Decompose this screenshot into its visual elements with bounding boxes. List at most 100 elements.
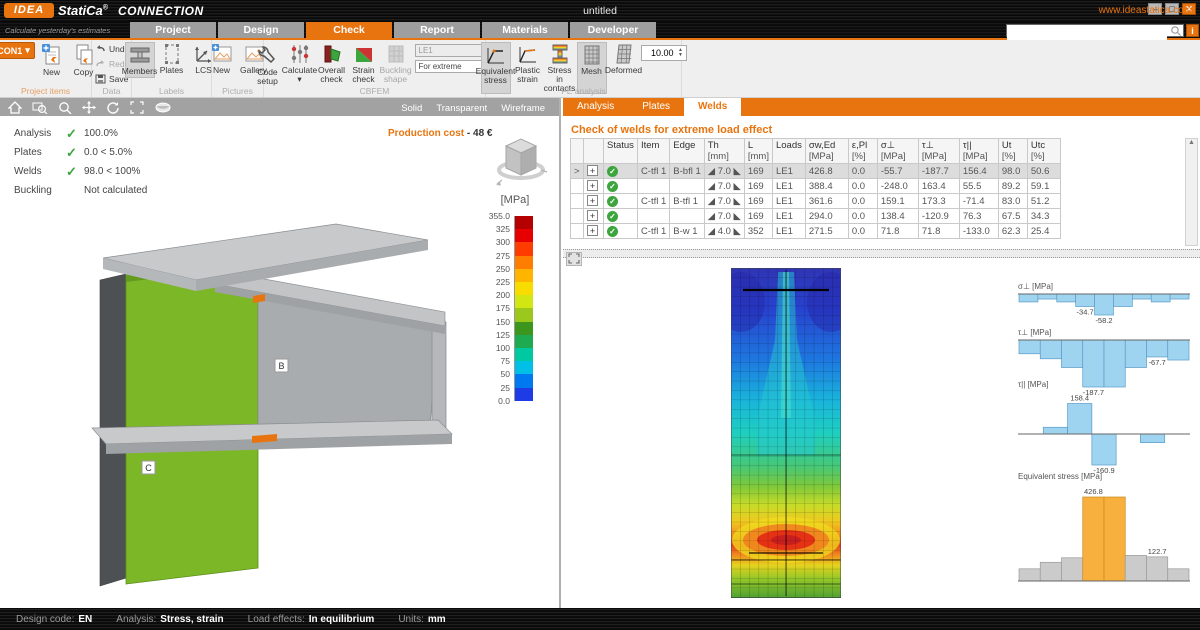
cell-loads: LE1	[772, 194, 805, 209]
cell-sw-ed: 271.5	[805, 224, 848, 239]
col-header[interactable]	[571, 139, 584, 164]
chart-3: τ|| [MPa]158.4-160.9	[1018, 380, 1194, 482]
tab-report[interactable]: Report	[394, 22, 480, 38]
weld-row[interactable]: +✓C-tfl 1B-w 1◢ 4.0 ◣352LE1271.50.071.87…	[571, 224, 1061, 239]
statusbar-value: EN	[78, 614, 92, 625]
buckling-shape-button[interactable]: Buckling shape	[381, 42, 411, 87]
view-mode-solid[interactable]: Solid	[401, 103, 422, 114]
col-header[interactable]: τ||[MPa]	[959, 139, 998, 164]
members-labels-toggle[interactable]: Members	[125, 42, 155, 78]
fit-view-icon[interactable]	[130, 101, 144, 114]
col-header[interactable]: Loads	[772, 139, 805, 164]
statusbar-value: mm	[428, 614, 446, 625]
tab-developer[interactable]: Developer	[570, 22, 656, 38]
cell-e-pl: 0.0	[848, 209, 877, 224]
results-tab-welds[interactable]: Welds	[684, 98, 741, 116]
ribbon-tabs: ProjectDesignCheckReportMaterialsDevelop…	[130, 22, 656, 38]
weld-row[interactable]: +✓C-tfl 1B-tfl 1◢ 7.0 ◣169LE1361.60.0159…	[571, 194, 1061, 209]
tab-materials[interactable]: Materials	[482, 22, 568, 38]
info-button[interactable]: i	[1186, 24, 1199, 37]
col-header[interactable]: σw,Ed[MPa]	[805, 139, 848, 164]
tab-design[interactable]: Design	[218, 22, 304, 38]
col-header[interactable]	[584, 139, 604, 164]
connection-3d-model[interactable]: B C	[25, 153, 525, 603]
chart-value-label: -34.7	[1077, 308, 1094, 317]
clipping-icon[interactable]	[154, 101, 172, 114]
new-picture-icon	[211, 43, 233, 65]
overall-check-icon	[321, 43, 343, 65]
home-view-icon[interactable]	[8, 101, 22, 114]
welds-table[interactable]: StatusItemEdgeTh[mm]L[mm]Loadsσw,Ed[MPa]…	[570, 138, 1061, 239]
col-header[interactable]: τ⊥[MPa]	[918, 139, 959, 164]
col-header[interactable]: ε,Pl[%]	[848, 139, 877, 164]
undo-icon	[95, 44, 106, 53]
svg-text:B: B	[278, 361, 284, 371]
tab-project[interactable]: Project	[130, 22, 216, 38]
connection-selector[interactable]: CON1▾	[0, 42, 35, 59]
expand-row-button[interactable]: +	[587, 195, 598, 206]
cell-sw-ed: 361.6	[805, 194, 848, 209]
app-window: IDEA StatiCa® CONNECTION untitled – □ ✕ …	[0, 0, 1200, 630]
new-project-item-button[interactable]: New	[37, 42, 67, 78]
expand-row-button[interactable]: +	[587, 180, 598, 191]
rotate-icon[interactable]	[106, 101, 120, 114]
col-header[interactable]: L[mm]	[744, 139, 772, 164]
plates-labels-toggle[interactable]: Plates	[157, 42, 187, 78]
row-indicator	[571, 179, 584, 194]
view-mode-transparent[interactable]: Transparent	[436, 103, 487, 114]
results-tab-analysis[interactable]: Analysis	[563, 98, 628, 116]
zoom-icon[interactable]	[58, 101, 72, 114]
expand-panel-button[interactable]	[566, 252, 582, 266]
search-input[interactable]	[1007, 30, 1167, 41]
col-header[interactable]: Status	[604, 139, 638, 164]
overall-check-button[interactable]: Overall check	[317, 42, 347, 87]
cell-edge: B-w 1	[670, 224, 704, 239]
stress-curve-icon	[485, 44, 507, 66]
code-setup-button[interactable]: Code setup	[253, 42, 283, 87]
contact-stress-icon	[549, 43, 571, 65]
col-header[interactable]: Edge	[670, 139, 704, 164]
website-link[interactable]: www.ideastatica.com	[1099, 5, 1192, 16]
weld-row[interactable]: +✓◢ 7.0 ◣169LE1294.00.0138.4-120.976.367…	[571, 209, 1061, 224]
expand-row-button[interactable]: +	[587, 165, 598, 176]
table-scrollbar[interactable]: ▲	[1185, 138, 1198, 246]
pane-splitter[interactable]	[563, 249, 1200, 258]
col-header[interactable]: σ⊥[MPa]	[877, 139, 918, 164]
calculate-button[interactable]: Calculate ▾	[285, 42, 315, 87]
view-mode-wireframe[interactable]: Wireframe	[501, 103, 545, 114]
new-picture-button[interactable]: New	[207, 42, 237, 76]
zoom-window-icon[interactable]	[32, 101, 48, 114]
results-tab-plates[interactable]: Plates	[628, 98, 684, 116]
expand-row-button[interactable]: +	[587, 210, 598, 221]
weld-row[interactable]: >+✓C-tfl 1B-bfl 1◢ 7.0 ◣169LE1426.80.0-5…	[571, 164, 1061, 179]
col-header[interactable]: Item	[637, 139, 669, 164]
col-header[interactable]: Utc[%]	[1027, 139, 1060, 164]
tab-check[interactable]: Check	[306, 22, 392, 38]
cell-loads: LE1	[772, 164, 805, 179]
view-mode-buttons: Solid Transparent Wireframe	[401, 98, 559, 116]
expand-row-button[interactable]: +	[587, 225, 598, 236]
status-ok-icon: ✓	[607, 181, 618, 192]
row-indicator	[571, 194, 584, 209]
cell-loads: LE1	[772, 209, 805, 224]
cell-utc: 59.1	[1027, 179, 1060, 194]
weld-row[interactable]: +✓◢ 7.0 ◣169LE1388.40.0-248.0163.455.589…	[571, 179, 1061, 194]
cell-len: 169	[744, 179, 772, 194]
strain-check-button[interactable]: Strain check	[349, 42, 379, 87]
cell-t-perp: -187.7	[918, 164, 959, 179]
col-header[interactable]: Ut[%]	[998, 139, 1027, 164]
cell-len: 352	[744, 224, 772, 239]
row-indicator	[571, 209, 584, 224]
deformed-scale-spinner[interactable]: 10.00 ▲▼	[641, 45, 687, 61]
search-box[interactable]	[1006, 24, 1184, 37]
viewport-3d[interactable]: SolidTransparentWireframe Analysis✓100.0…	[0, 98, 561, 608]
mesh-icon	[582, 44, 602, 66]
results-title: Check of welds for extreme load effect	[571, 124, 772, 136]
pan-icon[interactable]	[82, 101, 96, 114]
cell-edge	[670, 209, 704, 224]
results-pane: AnalysisPlatesWelds Check of welds for e…	[563, 98, 1200, 608]
col-header[interactable]: Th[mm]	[704, 139, 744, 164]
production-cost: Production cost - 48 €	[388, 128, 492, 139]
cell-ut: 62.3	[998, 224, 1027, 239]
member-label-b: B	[275, 359, 288, 372]
